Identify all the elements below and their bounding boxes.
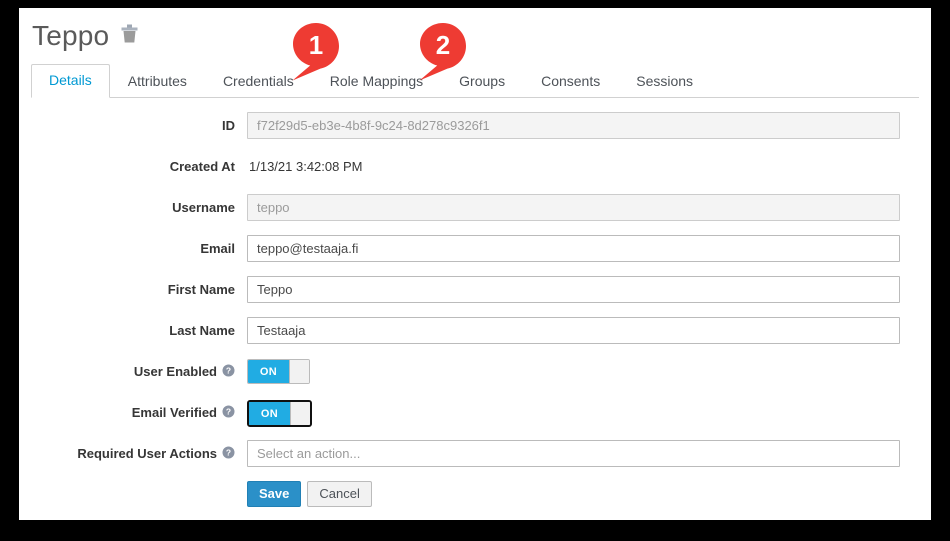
tab-attributes[interactable]: Attributes [110, 65, 205, 98]
screenshot-frame: Teppo Details Attributes Credentials Rol… [0, 0, 950, 541]
save-button[interactable]: Save [247, 481, 302, 507]
username-control [247, 194, 931, 221]
tab-details[interactable]: Details [31, 64, 110, 98]
svg-text:?: ? [226, 448, 231, 458]
required-user-actions-select[interactable]: Select an action... [247, 440, 900, 467]
first-name-input[interactable] [247, 276, 900, 303]
email-verified-toggle[interactable]: ON [247, 400, 312, 427]
id-label: ID [222, 118, 235, 133]
tab-role-mappings[interactable]: Role Mappings [312, 65, 441, 98]
user-enabled-toggle-knob [289, 360, 309, 383]
form-row-email-verified: Email Verified ? ON [19, 399, 931, 440]
form-row-created-at: Created At 1/13/21 3:42:08 PM [19, 153, 931, 194]
help-circle-icon[interactable]: ? [222, 359, 235, 387]
last-name-label: Last Name [169, 323, 235, 338]
username-label: Username [172, 200, 235, 215]
user-details-page: Teppo Details Attributes Credentials Rol… [19, 8, 931, 520]
form-row-username: Username [19, 194, 931, 235]
email-input[interactable] [247, 235, 900, 262]
help-circle-icon[interactable]: ? [222, 441, 235, 469]
user-details-form: ID Created At 1/13/21 3:42:08 PM Usernam… [19, 112, 931, 520]
svg-text:?: ? [226, 407, 231, 417]
email-control [247, 235, 931, 262]
tab-sessions[interactable]: Sessions [618, 65, 711, 98]
page-header: Teppo [32, 21, 138, 51]
svg-text:?: ? [226, 366, 231, 376]
tab-credentials[interactable]: Credentials [205, 65, 312, 98]
tab-consents[interactable]: Consents [523, 65, 618, 98]
callout-pin-2-number: 2 [435, 29, 451, 60]
created-at-value: 1/13/21 3:42:08 PM [249, 159, 363, 174]
required-user-actions-label: Required User Actions ? [19, 440, 247, 468]
id-input [247, 112, 900, 139]
created-at-label: Created At [169, 159, 235, 174]
form-row-email: Email [19, 235, 931, 276]
tab-groups[interactable]: Groups [441, 65, 523, 98]
user-enabled-control: ON [247, 358, 931, 384]
email-label: Email [200, 241, 235, 256]
form-row-user-enabled: User Enabled ? ON [19, 358, 931, 399]
button-row: Save Cancel [247, 481, 931, 507]
email-verified-toggle-state: ON [249, 402, 290, 425]
user-enabled-toggle[interactable]: ON [247, 359, 310, 384]
form-row-required-user-actions: Required User Actions ? Select an action… [19, 440, 931, 481]
user-enabled-label: User Enabled ? [19, 358, 247, 386]
form-row-id: ID [19, 112, 931, 153]
last-name-control [247, 317, 931, 344]
first-name-label: First Name [167, 282, 235, 297]
form-row-last-name: Last Name [19, 317, 931, 358]
callout-pin-1-number: 1 [308, 29, 324, 60]
email-verified-label: Email Verified ? [19, 399, 247, 427]
help-circle-icon[interactable]: ? [222, 400, 235, 428]
user-enabled-toggle-state: ON [248, 360, 289, 383]
id-control [247, 112, 931, 139]
page-title: Teppo [32, 20, 110, 51]
actions-control: Save Cancel [247, 481, 931, 507]
form-row-actions: Save Cancel [19, 481, 931, 520]
form-row-first-name: First Name [19, 276, 931, 317]
cancel-button[interactable]: Cancel [307, 481, 372, 507]
first-name-control [247, 276, 931, 303]
last-name-input[interactable] [247, 317, 900, 344]
tab-bar: Details Attributes Credentials Role Mapp… [31, 64, 919, 98]
email-verified-control: ON [247, 399, 931, 427]
trash-icon[interactable] [121, 24, 138, 48]
email-verified-toggle-knob [290, 402, 310, 425]
created-at-control: 1/13/21 3:42:08 PM [247, 153, 931, 180]
username-input [247, 194, 900, 221]
required-user-actions-control: Select an action... [247, 440, 931, 467]
actions-spacer [19, 481, 247, 509]
